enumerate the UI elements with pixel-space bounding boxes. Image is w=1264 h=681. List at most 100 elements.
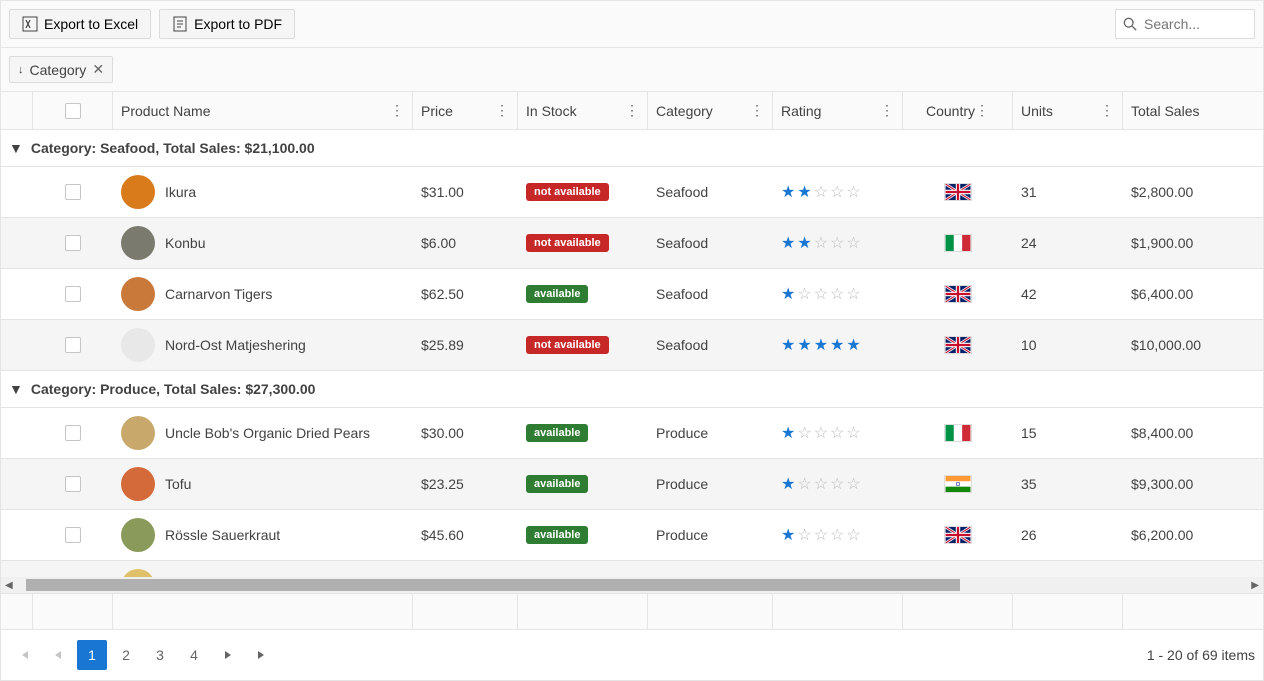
table-row[interactable]: Nord-Ost Matjeshering$25.89not available…: [1, 320, 1263, 371]
scroll-right-icon[interactable]: ▶: [1251, 580, 1259, 591]
column-menu-icon[interactable]: ⋮: [495, 102, 509, 119]
table-row[interactable]: Rössle Sauerkraut$45.60availableProduce★…: [1, 510, 1263, 561]
group-chip-label: Category: [30, 62, 87, 78]
pager-page-4[interactable]: 4: [179, 640, 209, 670]
product-thumbnail: [121, 569, 155, 577]
row-checkbox-cell[interactable]: [33, 468, 113, 500]
flag-uk-icon: [944, 183, 972, 201]
row-indent: [1, 425, 33, 441]
flag-uk-icon: [944, 336, 972, 354]
sales-cell: $6,200.00: [1123, 519, 1238, 551]
pager-page-2[interactable]: 2: [111, 640, 141, 670]
header-country[interactable]: Country⋮: [903, 92, 1013, 129]
column-menu-icon[interactable]: ⋮: [390, 102, 404, 119]
pager-page-3[interactable]: 3: [145, 640, 175, 670]
pager: 1234 1 - 20 of 69 items: [1, 629, 1263, 680]
grid-header: Product Name⋮ Price⋮ In Stock⋮ Category⋮…: [1, 92, 1263, 130]
stock-cell: available: [518, 518, 648, 552]
row-indent: [1, 476, 33, 492]
sales-cell: $10,000.00: [1123, 329, 1238, 361]
row-checkbox-cell[interactable]: [33, 329, 113, 361]
stock-cell: not available: [518, 328, 648, 362]
country-cell: [903, 569, 1013, 577]
row-checkbox-cell[interactable]: [33, 519, 113, 551]
group-header-text: Category: Seafood, Total Sales: $21,100.…: [31, 140, 315, 156]
row-checkbox[interactable]: [65, 184, 81, 200]
excel-icon: [22, 16, 38, 32]
header-units[interactable]: Units⋮: [1013, 92, 1123, 129]
grid-body[interactable]: ▼ Category: Seafood, Total Sales: $21,100…: [1, 130, 1263, 577]
row-checkbox[interactable]: [65, 235, 81, 251]
header-total-sales[interactable]: Total Sales: [1123, 92, 1238, 129]
header-in-stock[interactable]: In Stock⋮: [518, 92, 648, 129]
table-row[interactable]: Konbu$6.00not availableSeafood★★☆☆☆24$1,…: [1, 218, 1263, 269]
column-menu-icon[interactable]: ⋮: [625, 102, 639, 119]
table-row[interactable]: Carnarvon Tigers$62.50availableSeafood★☆…: [1, 269, 1263, 320]
row-checkbox[interactable]: [65, 476, 81, 492]
rating-cell: ★☆☆☆☆: [773, 276, 903, 312]
star-rating: ★★☆☆☆: [781, 233, 863, 253]
search-input[interactable]: [1115, 9, 1255, 39]
column-menu-icon[interactable]: ⋮: [750, 102, 764, 119]
row-checkbox[interactable]: [65, 337, 81, 353]
export-excel-button[interactable]: Export to Excel: [9, 9, 151, 39]
flag-india-icon: [944, 475, 972, 493]
pager-next-button[interactable]: [213, 640, 243, 670]
price-cell: $45.60: [413, 519, 518, 551]
column-menu-icon[interactable]: ⋮: [880, 102, 894, 119]
pager-page-1[interactable]: 1: [77, 640, 107, 670]
table-row[interactable]: Ikura$31.00not availableSeafood★★☆☆☆31$2…: [1, 167, 1263, 218]
scroll-left-icon[interactable]: ◀: [5, 580, 13, 591]
stock-cell: available: [518, 467, 648, 501]
row-checkbox[interactable]: [65, 425, 81, 441]
group-chip-category[interactable]: ↓ Category ✕: [9, 56, 113, 83]
header-checkbox[interactable]: [33, 92, 113, 129]
collapse-icon[interactable]: ▼: [9, 140, 23, 156]
collapse-icon[interactable]: ▼: [9, 381, 23, 397]
table-row[interactable]: Tofu$23.25availableProduce★☆☆☆☆35$9,300.…: [1, 459, 1263, 510]
table-row[interactable]: Manjimup Dried Apples$53.00not available…: [1, 561, 1263, 577]
price-cell: $31.00: [413, 176, 518, 208]
pager-last-button[interactable]: [247, 640, 277, 670]
horizontal-scrollbar[interactable]: ◀ ▶: [1, 577, 1263, 593]
rating-cell: ★☆☆☆☆: [773, 415, 903, 451]
product-thumbnail: [121, 467, 155, 501]
row-checkbox-cell[interactable]: [33, 570, 113, 577]
category-cell: Produce: [648, 519, 773, 551]
column-menu-icon[interactable]: ⋮: [1100, 102, 1114, 119]
row-checkbox-cell[interactable]: [33, 278, 113, 310]
pager-first-button[interactable]: [9, 640, 39, 670]
header-rating[interactable]: Rating⋮: [773, 92, 903, 129]
header-price[interactable]: Price⋮: [413, 92, 518, 129]
row-checkbox-cell[interactable]: [33, 227, 113, 259]
column-menu-icon[interactable]: ⋮: [975, 102, 989, 119]
close-icon[interactable]: ✕: [92, 61, 104, 78]
pager-prev-button[interactable]: [43, 640, 73, 670]
rating-cell: ★★★★★: [773, 327, 903, 363]
group-header[interactable]: ▼Category: Produce, Total Sales: $27,300…: [1, 371, 1263, 408]
next-page-icon: [222, 649, 234, 661]
units-cell: 24: [1013, 227, 1123, 259]
category-cell: Seafood: [648, 227, 773, 259]
table-row[interactable]: Uncle Bob's Organic Dried Pears$30.00ava…: [1, 408, 1263, 459]
row-checkbox-cell[interactable]: [33, 417, 113, 449]
header-category[interactable]: Category⋮: [648, 92, 773, 129]
group-header[interactable]: ▼ Category: Seafood, Total Sales: $21,100…: [1, 130, 1263, 167]
group-panel[interactable]: ↓ Category ✕: [1, 48, 1263, 92]
stock-badge: not available: [526, 336, 609, 354]
select-all-checkbox[interactable]: [65, 103, 81, 119]
header-expand: [1, 92, 33, 129]
product-thumbnail: [121, 226, 155, 260]
product-thumbnail: [121, 518, 155, 552]
header-product-name[interactable]: Product Name⋮: [113, 92, 413, 129]
category-cell: Seafood: [648, 176, 773, 208]
product-name-cell: Konbu: [113, 218, 413, 268]
scrollbar-thumb[interactable]: [26, 579, 960, 591]
export-pdf-button[interactable]: Export to PDF: [159, 9, 295, 39]
sales-cell: $1,900.00: [1123, 227, 1238, 259]
stock-badge: available: [526, 285, 588, 303]
row-checkbox[interactable]: [65, 286, 81, 302]
row-indent: [1, 235, 33, 251]
row-checkbox[interactable]: [65, 527, 81, 543]
row-checkbox-cell[interactable]: [33, 176, 113, 208]
